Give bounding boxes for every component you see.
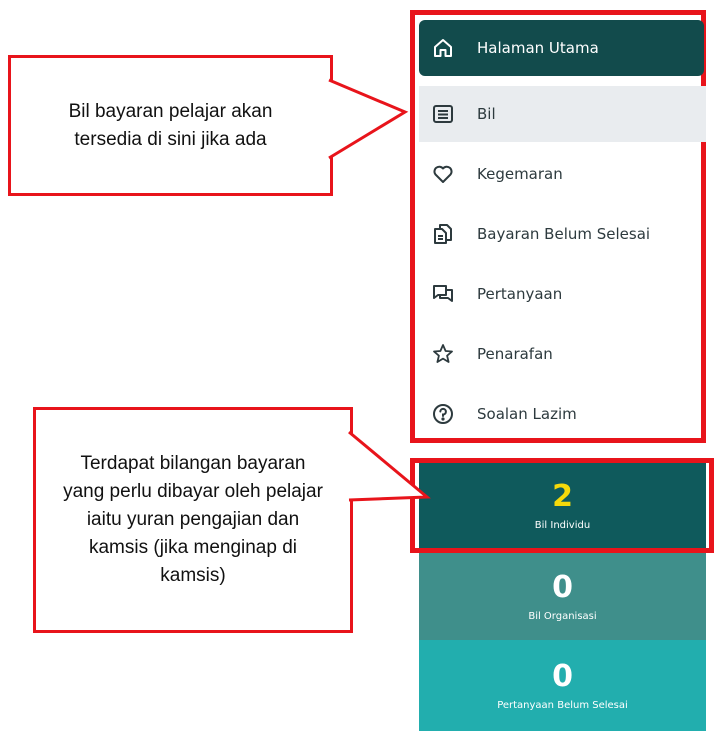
sidebar-item-label: Bil	[477, 105, 496, 123]
sidebar-item-label: Bayaran Belum Selesai	[477, 225, 651, 243]
tile-value: 0	[552, 659, 573, 694]
sidebar-item-label: Halaman Utama	[477, 39, 599, 57]
callout-bil: Bil bayaran pelajar akan tersedia di sin…	[8, 55, 333, 196]
sidebar-item-penarafan[interactable]: Penarafan	[419, 326, 706, 382]
sidebar-item-kegemaran[interactable]: Kegemaran	[419, 146, 706, 202]
sidebar-item-label: Soalan Lazim	[477, 405, 577, 423]
tile-value: 0	[552, 570, 573, 605]
sidebar-item-label: Pertanyaan	[477, 285, 563, 303]
sidebar-item-halaman-utama[interactable]: Halaman Utama	[419, 20, 704, 76]
sidebar-item-pertanyaan[interactable]: Pertanyaan	[419, 266, 706, 322]
sidebar-item-soalan-lazim[interactable]: Soalan Lazim	[419, 386, 706, 442]
sidebar-item-bayaran-belum-selesai[interactable]: Bayaran Belum Selesai	[419, 206, 706, 262]
sidebar-item-label: Kegemaran	[477, 165, 563, 183]
help-icon	[431, 402, 455, 426]
tile-label: Bil Organisasi	[528, 611, 597, 622]
tile-bil-organisasi[interactable]: 0 Bil Organisasi	[419, 553, 706, 640]
callout-tiles: Terdapat bilangan bayaran yang perlu dib…	[33, 407, 353, 633]
tile-highlight	[410, 458, 714, 553]
heart-icon	[431, 162, 455, 186]
tile-pertanyaan-belum-selesai[interactable]: 0 Pertanyaan Belum Selesai	[419, 640, 706, 731]
callout-text: Terdapat bilangan bayaran yang perlu dib…	[63, 453, 323, 586]
tile-label: Pertanyaan Belum Selesai	[497, 700, 628, 711]
sidebar-item-label: Penarafan	[477, 345, 553, 363]
home-icon	[431, 36, 455, 60]
star-icon	[431, 342, 455, 366]
list-icon	[431, 102, 455, 126]
document-icon	[431, 222, 455, 246]
chat-icon	[431, 282, 455, 306]
callout-text: Bil bayaran pelajar akan tersedia di sin…	[68, 100, 273, 150]
sidebar-item-bil[interactable]: Bil	[419, 86, 706, 142]
